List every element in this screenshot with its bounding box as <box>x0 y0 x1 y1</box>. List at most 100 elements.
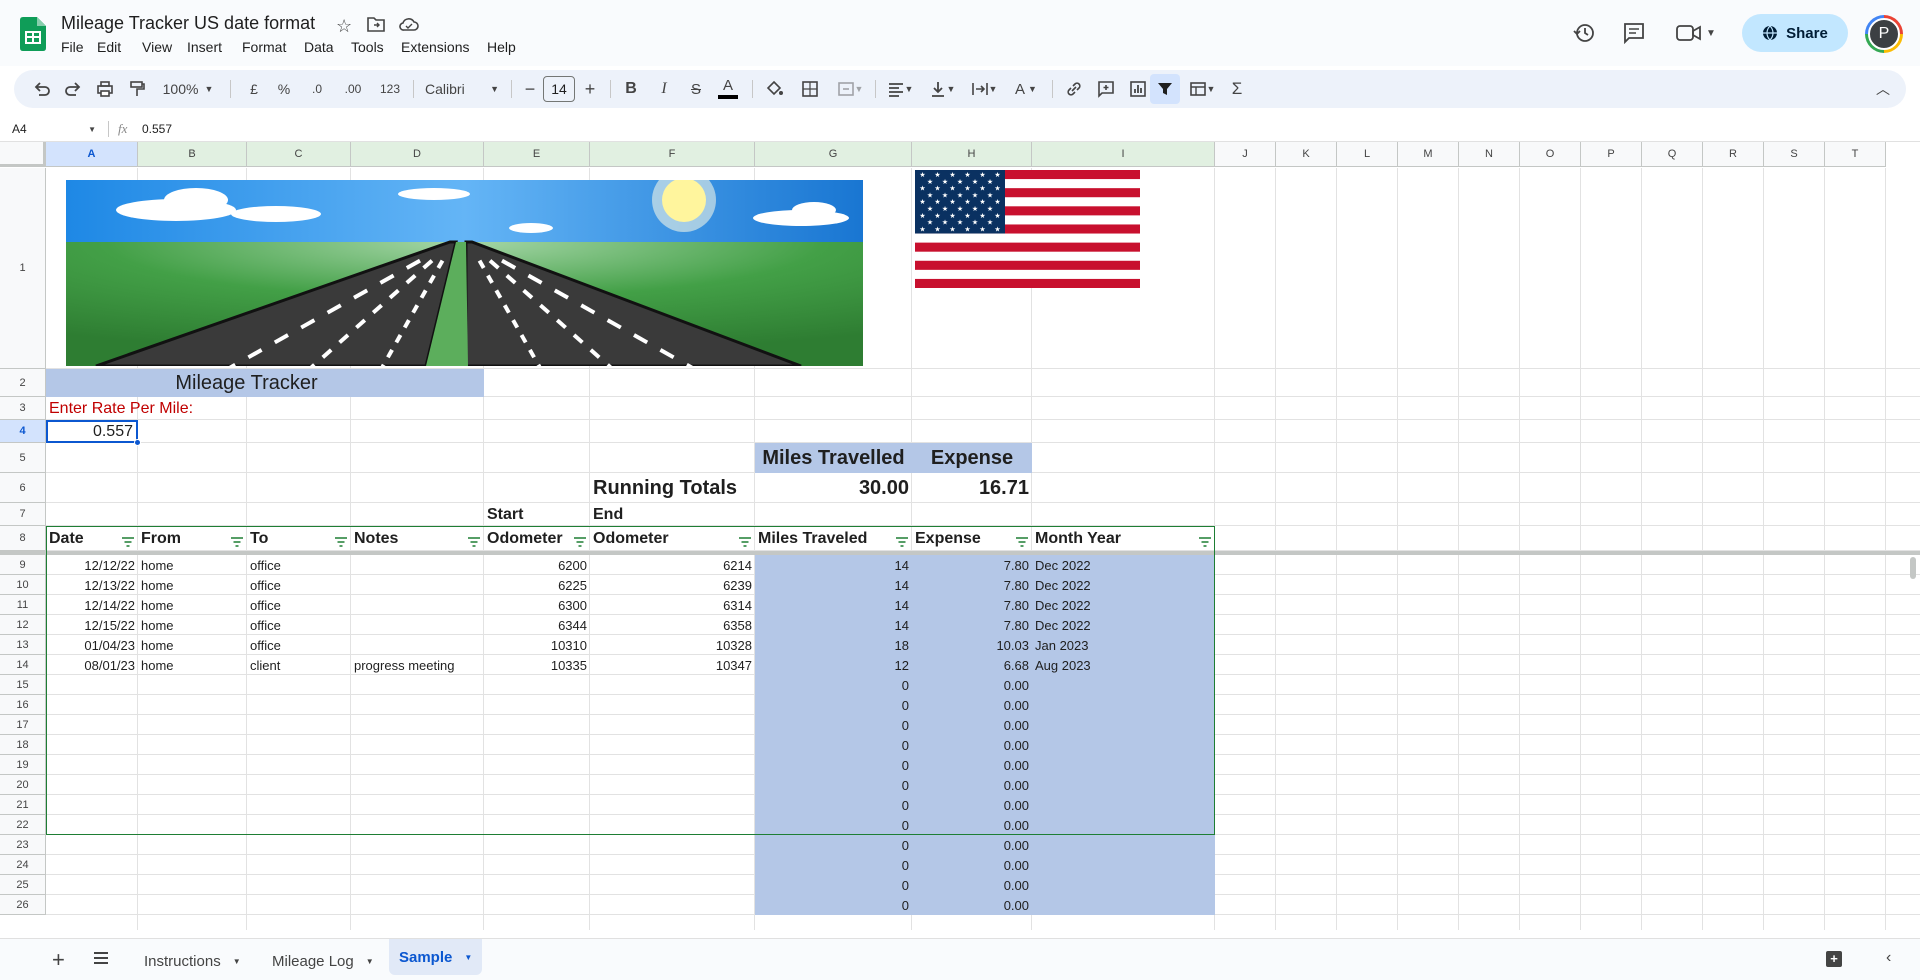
column-header-a[interactable]: A <box>46 142 138 167</box>
filter-icon[interactable] <box>739 534 751 547</box>
column-label-8[interactable]: Month Year <box>1032 526 1215 551</box>
row-header-17[interactable]: 17 <box>0 715 46 735</box>
cell-h23[interactable]: 0.00 <box>912 835 1032 855</box>
cell-g12[interactable]: 14 <box>755 615 912 635</box>
filter-icon[interactable] <box>231 534 243 547</box>
document-title[interactable]: Mileage Tracker US date format <box>61 13 315 34</box>
filter-views-icon[interactable]: ▼ <box>1184 70 1220 108</box>
zoom-select[interactable]: 100% ▼ <box>158 70 218 108</box>
row-header-3[interactable]: 3 <box>0 397 46 420</box>
menu-help[interactable]: Help <box>487 39 516 55</box>
cell-g9[interactable]: 14 <box>755 555 912 575</box>
row-header-11[interactable]: 11 <box>0 595 46 615</box>
increase-decimal-button[interactable]: .00 <box>337 70 369 108</box>
row-header-5[interactable]: 5 <box>0 443 46 473</box>
row-header-6[interactable]: 6 <box>0 473 46 503</box>
functions-icon[interactable]: Σ <box>1224 70 1250 108</box>
sheet-tab-mileage-log[interactable]: Mileage Log ▼ <box>262 947 384 975</box>
row-header-21[interactable]: 21 <box>0 795 46 815</box>
cell-d14[interactable]: progress meeting <box>351 655 484 675</box>
row-header-2[interactable]: 2 <box>0 369 46 397</box>
cell-b12[interactable]: home <box>138 615 247 635</box>
cell-h26[interactable]: 0.00 <box>912 895 1032 915</box>
column-header-h[interactable]: H <box>912 142 1032 167</box>
selection-handle[interactable] <box>134 439 141 446</box>
row-header-4[interactable]: 4 <box>0 420 46 443</box>
sheet-tab-instructions[interactable]: Instructions ▼ <box>134 947 251 975</box>
cell-g24[interactable]: 0 <box>755 855 912 875</box>
cell-g14[interactable]: 12 <box>755 655 912 675</box>
cell-h14[interactable]: 6.68 <box>912 655 1032 675</box>
cell-h13[interactable]: 10.03 <box>912 635 1032 655</box>
column-header-m[interactable]: M <box>1398 142 1459 167</box>
summary-expense-header[interactable]: Expense <box>912 443 1032 473</box>
cell-g15[interactable]: 0 <box>755 675 912 695</box>
column-label-7[interactable]: Expense <box>912 526 1032 551</box>
cell-h16[interactable]: 0.00 <box>912 695 1032 715</box>
row-header-22[interactable]: 22 <box>0 815 46 835</box>
all-sheets-icon[interactable] <box>92 949 110 972</box>
column-header-n[interactable]: N <box>1459 142 1520 167</box>
star-icon[interactable]: ☆ <box>336 16 352 37</box>
add-sheet-icon[interactable]: + <box>52 947 65 973</box>
row-header-20[interactable]: 20 <box>0 775 46 795</box>
start-label[interactable]: Start <box>484 503 590 526</box>
menu-format[interactable]: Format <box>242 39 286 55</box>
row-header-14[interactable]: 14 <box>0 655 46 675</box>
cell-f13[interactable]: 10328 <box>590 635 755 655</box>
font-select[interactable]: Calibri ▼ <box>419 70 505 108</box>
insert-comment-icon[interactable] <box>1092 70 1120 108</box>
cell-h19[interactable]: 0.00 <box>912 755 1032 775</box>
column-header-q[interactable]: Q <box>1642 142 1703 167</box>
side-panel-toggle-icon[interactable]: ‹ <box>1886 949 1891 967</box>
merge-cells-icon[interactable]: ▼ <box>830 70 870 108</box>
cell-g26[interactable]: 0 <box>755 895 912 915</box>
row-header-7[interactable]: 7 <box>0 503 46 526</box>
column-header-p[interactable]: P <box>1581 142 1642 167</box>
filter-icon[interactable] <box>896 534 908 547</box>
explore-icon[interactable]: + <box>1826 951 1842 967</box>
filter-icon[interactable] <box>468 534 480 547</box>
sheet-tab-sample[interactable]: Sample ▼ <box>389 939 483 975</box>
decrease-font-size-icon[interactable]: − <box>518 70 542 108</box>
sheet-title[interactable]: Mileage Tracker <box>46 369 484 397</box>
text-wrap-icon[interactable]: ▼ <box>966 70 1002 108</box>
cell-g21[interactable]: 0 <box>755 795 912 815</box>
cell-g10[interactable]: 14 <box>755 575 912 595</box>
cell-e12[interactable]: 6344 <box>484 615 590 635</box>
running-totals-label[interactable]: Running Totals <box>590 473 755 503</box>
row-header-12[interactable]: 12 <box>0 615 46 635</box>
strikethrough-icon[interactable]: S <box>683 70 709 108</box>
row-header-1[interactable]: 1 <box>0 168 46 369</box>
column-header-o[interactable]: O <box>1520 142 1581 167</box>
row-header-10[interactable]: 10 <box>0 575 46 595</box>
text-color-icon[interactable]: A <box>714 70 742 108</box>
move-folder-icon[interactable] <box>367 16 385 37</box>
cell-e9[interactable]: 6200 <box>484 555 590 575</box>
column-label-5[interactable]: Odometer <box>590 526 755 551</box>
cell-a14[interactable]: 08/01/23 <box>46 655 138 675</box>
italic-icon[interactable]: I <box>651 70 677 108</box>
column-header-g[interactable]: G <box>755 142 912 167</box>
cell-b13[interactable]: home <box>138 635 247 655</box>
font-size-input[interactable]: 14 <box>543 76 575 102</box>
cell-h21[interactable]: 0.00 <box>912 795 1032 815</box>
cell-i13[interactable]: Jan 2023 <box>1032 635 1215 655</box>
row-header-9[interactable]: 9 <box>0 555 46 575</box>
horizontal-align-icon[interactable]: ▼ <box>882 70 918 108</box>
collapse-toolbar-icon[interactable]: ︿ <box>1872 70 1894 108</box>
row-header-23[interactable]: 23 <box>0 835 46 855</box>
column-header-i[interactable]: I <box>1032 142 1215 167</box>
cell-f14[interactable]: 10347 <box>590 655 755 675</box>
cell-e10[interactable]: 6225 <box>484 575 590 595</box>
filter-icon[interactable] <box>335 534 347 547</box>
cell-h22[interactable]: 0.00 <box>912 815 1032 835</box>
borders-icon[interactable] <box>796 70 824 108</box>
cell-c14[interactable]: client <box>247 655 351 675</box>
highway-image[interactable] <box>66 180 863 366</box>
column-label-3[interactable]: Notes <box>351 526 484 551</box>
vertical-scrollbar-thumb[interactable] <box>1910 557 1916 579</box>
menu-view[interactable]: View <box>142 39 172 55</box>
cell-c12[interactable]: office <box>247 615 351 635</box>
text-rotation-icon[interactable]: A ▼ <box>1008 70 1044 108</box>
